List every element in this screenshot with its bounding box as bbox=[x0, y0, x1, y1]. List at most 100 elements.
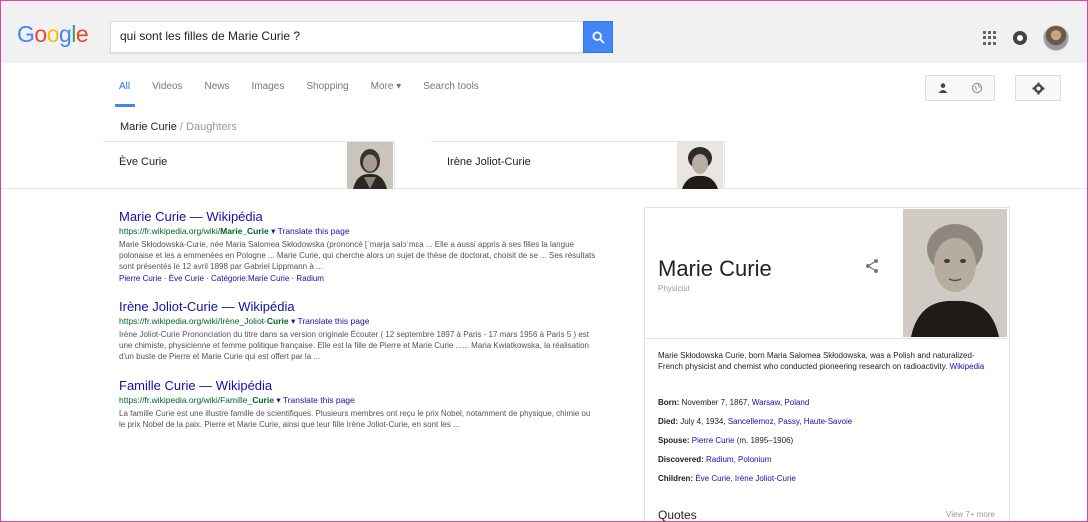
carousel-card-irene-joliot-curie[interactable]: Irène Joliot-Curie bbox=[431, 141, 725, 189]
fact-label: Born: bbox=[658, 398, 680, 407]
person-icon bbox=[938, 83, 948, 93]
result-url: https://fr.wikipedia.org/wiki/Irène_Joli… bbox=[119, 316, 597, 327]
result-url-match: Marie_Curie bbox=[220, 226, 269, 236]
globe-icon bbox=[971, 82, 983, 94]
result-snippet: La famille Curie est une illustre famill… bbox=[119, 409, 591, 429]
fact-text: November 7, 1867, bbox=[679, 398, 752, 407]
result-item: Marie Curie — Wikipédia https://fr.wikip… bbox=[119, 209, 597, 283]
logo-letter: o bbox=[46, 21, 60, 47]
result-url-prefix: https://fr.wikipedia.org/wiki/Famille_ bbox=[119, 395, 253, 405]
marie-curie-photo[interactable] bbox=[903, 209, 1007, 337]
settings-button[interactable] bbox=[1015, 75, 1061, 101]
search-nav: All Videos News Images Shopping More ▾ S… bbox=[1, 63, 1087, 109]
result-url: https://fr.wikipedia.org/wiki/Famille_Cu… bbox=[119, 395, 597, 406]
panel-title: Marie Curie bbox=[658, 256, 772, 281]
fact-born: Born: November 7, 1867, Warsaw, Poland bbox=[658, 398, 998, 407]
fact-children: Children: Ève Curie, Irène Joliot-Curie bbox=[658, 474, 998, 483]
result-title-link[interactable]: Famille Curie — Wikipédia bbox=[119, 378, 597, 393]
translate-link[interactable]: ▾ Translate this page bbox=[274, 395, 354, 405]
breadcrumb-separator: / bbox=[176, 121, 187, 133]
search-box[interactable] bbox=[110, 21, 585, 53]
search-input[interactable] bbox=[120, 29, 580, 43]
result-item: Irène Joliot-Curie — Wikipédia https://f… bbox=[119, 299, 597, 362]
view-more-link[interactable]: View 7+ more bbox=[946, 510, 995, 519]
notifications-icon[interactable] bbox=[1013, 31, 1027, 45]
fact-link[interactable]: Sancellemoz, Passy, Haute-Savoie bbox=[728, 417, 852, 426]
tab-search-tools[interactable]: Search tools bbox=[423, 81, 479, 92]
result-item: Famille Curie — Wikipédia https://fr.wik… bbox=[119, 378, 597, 430]
header-actions bbox=[983, 25, 1069, 51]
logo-letter: g bbox=[58, 21, 72, 47]
search-results: Marie Curie — Wikipédia https://fr.wikip… bbox=[119, 209, 597, 446]
search-icon bbox=[591, 30, 605, 44]
carousel-card-name: Ève Curie bbox=[119, 156, 168, 168]
tab-more[interactable]: More ▾ bbox=[371, 81, 402, 92]
fact-link[interactable]: Warsaw, Poland bbox=[752, 398, 810, 407]
avatar[interactable] bbox=[1043, 25, 1069, 51]
tab-news[interactable]: News bbox=[205, 81, 230, 92]
panel-divider bbox=[645, 338, 1009, 339]
personal-results-button[interactable] bbox=[926, 76, 960, 100]
translate-link[interactable]: ▾ Translate this page bbox=[269, 226, 349, 236]
daughters-carousel: Marie Curie / Daughters Ève Curie Irène … bbox=[1, 109, 1087, 189]
fact-text: July 4, 1934, bbox=[678, 417, 728, 426]
fact-label: Died: bbox=[658, 417, 678, 426]
fact-suffix: (m. 1895–1906) bbox=[734, 436, 794, 445]
result-url-prefix: https://fr.wikipedia.org/wiki/Irène_Joli… bbox=[119, 316, 267, 326]
google-logo[interactable]: Google bbox=[17, 21, 89, 48]
fact-label: Spouse: bbox=[658, 436, 690, 445]
description-text: Marie Skłodowska Curie, born Maria Salom… bbox=[658, 351, 975, 371]
tab-shopping[interactable]: Shopping bbox=[306, 81, 348, 92]
panel-subtitle: Physicist bbox=[658, 284, 690, 293]
sitelink[interactable]: Pierre Curie bbox=[119, 274, 162, 283]
sitelink[interactable]: Ève Curie bbox=[169, 274, 204, 283]
breadcrumb-entity[interactable]: Marie Curie bbox=[120, 121, 177, 133]
fact-link[interactable]: Radium, Polonium bbox=[706, 455, 771, 464]
result-title-link[interactable]: Irène Joliot-Curie — Wikipédia bbox=[119, 299, 597, 314]
sitelink[interactable]: Catégorie:Marie Curie bbox=[211, 274, 289, 283]
result-url-prefix: https://fr.wikipedia.org/wiki/ bbox=[119, 226, 221, 236]
fact-label: Children: bbox=[658, 474, 694, 483]
sitelink[interactable]: Radium bbox=[296, 274, 324, 283]
breadcrumb-attribute: Daughters bbox=[186, 121, 237, 133]
tab-all[interactable]: All bbox=[119, 81, 130, 92]
result-url-match: Curie bbox=[266, 316, 289, 326]
tab-videos[interactable]: Videos bbox=[152, 81, 182, 92]
panel-facts: Born: November 7, 1867, Warsaw, Poland D… bbox=[658, 398, 998, 493]
quotes-heading: Quotes bbox=[658, 508, 697, 522]
gear-icon bbox=[1032, 82, 1044, 94]
logo-letter: o bbox=[34, 21, 47, 47]
result-url: https://fr.wikipedia.org/wiki/Marie_Curi… bbox=[119, 226, 597, 237]
tab-list: All Videos News Images Shopping More ▾ S… bbox=[119, 81, 479, 92]
active-tab-indicator bbox=[115, 104, 135, 107]
result-snippet: Irène Joliot-Curie Prononciation du titr… bbox=[119, 330, 590, 361]
fact-died: Died: July 4, 1934, Sancellemoz, Passy, … bbox=[658, 417, 998, 426]
fact-link[interactable]: Ève Curie, Irène Joliot-Curie bbox=[695, 474, 795, 483]
knowledge-panel: Marie Curie Physicist Marie Skłodowska C… bbox=[644, 207, 1010, 522]
result-title-link[interactable]: Marie Curie — Wikipédia bbox=[119, 209, 597, 224]
translate-link[interactable]: ▾ Translate this page bbox=[289, 316, 369, 326]
fact-spouse: Spouse: Pierre Curie (m. 1895–1906) bbox=[658, 436, 998, 445]
carousel-card-name: Irène Joliot-Curie bbox=[447, 156, 531, 168]
fact-label: Discovered: bbox=[658, 455, 704, 464]
breadcrumb: Marie Curie / Daughters bbox=[120, 121, 237, 133]
result-sitelinks: Pierre Curie · Ève Curie · Catégorie:Mar… bbox=[119, 274, 324, 283]
result-url-match: Curie bbox=[252, 395, 274, 405]
logo-letter: e bbox=[75, 21, 89, 47]
carousel-card-eve-curie[interactable]: Ève Curie bbox=[103, 141, 395, 189]
result-snippet: Marie Skłodowska-Curie, née Maria Salome… bbox=[119, 240, 596, 271]
logo-letter: G bbox=[17, 21, 35, 47]
header: Google bbox=[1, 1, 1087, 63]
apps-grid-icon[interactable] bbox=[983, 31, 997, 45]
panel-description: Marie Skłodowska Curie, born Maria Salom… bbox=[658, 350, 998, 372]
results-toggle bbox=[925, 75, 995, 101]
share-icon[interactable] bbox=[865, 258, 879, 274]
fact-discovered: Discovered: Radium, Polonium bbox=[658, 455, 998, 464]
eve-curie-photo bbox=[347, 142, 393, 189]
fact-link[interactable]: Pierre Curie bbox=[692, 436, 735, 445]
irene-joliot-curie-photo bbox=[677, 142, 723, 189]
global-results-button[interactable] bbox=[960, 76, 994, 100]
tab-images[interactable]: Images bbox=[252, 81, 285, 92]
search-button[interactable] bbox=[583, 21, 613, 53]
wikipedia-link[interactable]: Wikipedia bbox=[950, 362, 985, 371]
